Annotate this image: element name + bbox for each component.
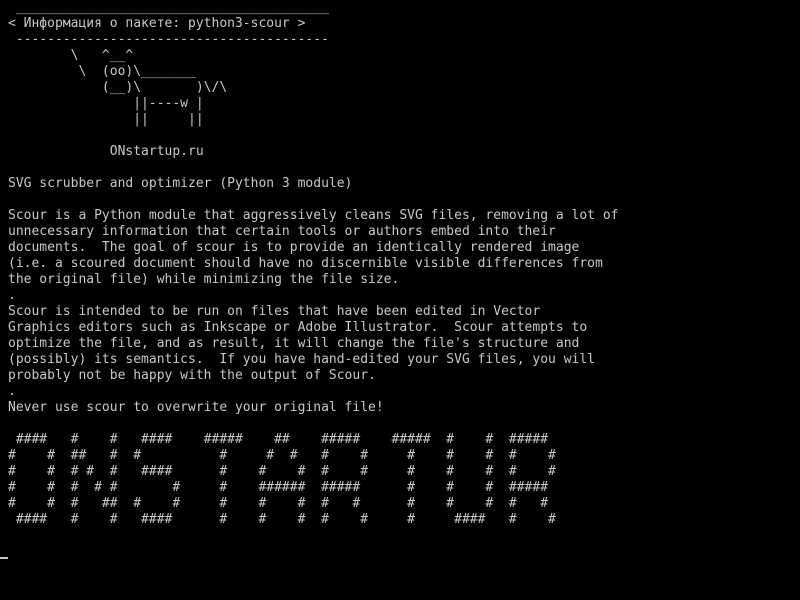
description-line: unnecessary information that certain too… xyxy=(8,224,556,239)
banner-ascii-line: # # # # # # # ###### ##### # # # ##### xyxy=(8,480,549,495)
description-line: Scour is a Python module that aggressive… xyxy=(8,208,619,223)
banner-ascii-line: # # # # # #### # # # # # # # # # # xyxy=(8,464,556,479)
cowsay-bottom-border: ---------------------------------------- xyxy=(8,32,329,47)
description-line: (i.e. a scoured document should have no … xyxy=(8,256,603,271)
description-line: the original file) while minimizing the … xyxy=(8,272,400,287)
cow-ascii-line: ||----w | xyxy=(8,96,204,111)
cow-ascii-line: \ ^__^ xyxy=(8,48,134,63)
cowsay-top-border: ________________________________________ xyxy=(8,0,329,15)
description-line: (possibly) its semantics. If you have ha… xyxy=(8,352,595,367)
cow-ascii-line: \ (oo)\_______ xyxy=(8,64,196,79)
paragraph-separator: . xyxy=(8,288,16,303)
description-line: Scour is intended to be run on files tha… xyxy=(8,304,541,319)
description-line: Graphics editors such as Inkscape or Ado… xyxy=(8,320,588,335)
banner-ascii-line: #### # # #### ##### ## ##### ##### # # #… xyxy=(8,432,549,447)
banner-ascii-line: # # # ## # # # # # # # # # # # # xyxy=(8,496,549,511)
description-line: probably not be happy with the output of… xyxy=(8,368,376,383)
site-signature: ONstartup.ru xyxy=(8,144,204,159)
cow-ascii-line: || || xyxy=(8,112,204,127)
cowsay-speech-text: < Информация о пакете: python3-scour > xyxy=(8,16,306,31)
warning-line: Never use scour to overwrite your origin… xyxy=(8,400,384,415)
terminal-screen[interactable]: ________________________________________… xyxy=(0,0,800,600)
description-line: optimize the file, and as result, it wil… xyxy=(8,336,580,351)
banner-ascii-line: # # ## # # # # # # # # # # # # xyxy=(8,448,556,463)
cow-ascii-line: (__)\ )\/\ xyxy=(8,80,228,95)
paragraph-separator: . xyxy=(8,384,16,399)
banner-ascii-line: #### # # #### # # # # # # #### # # xyxy=(8,512,556,527)
description-line: documents. The goal of scour is to provi… xyxy=(8,240,580,255)
text-cursor xyxy=(0,557,8,559)
package-summary: SVG scrubber and optimizer (Python 3 mod… xyxy=(8,176,353,191)
